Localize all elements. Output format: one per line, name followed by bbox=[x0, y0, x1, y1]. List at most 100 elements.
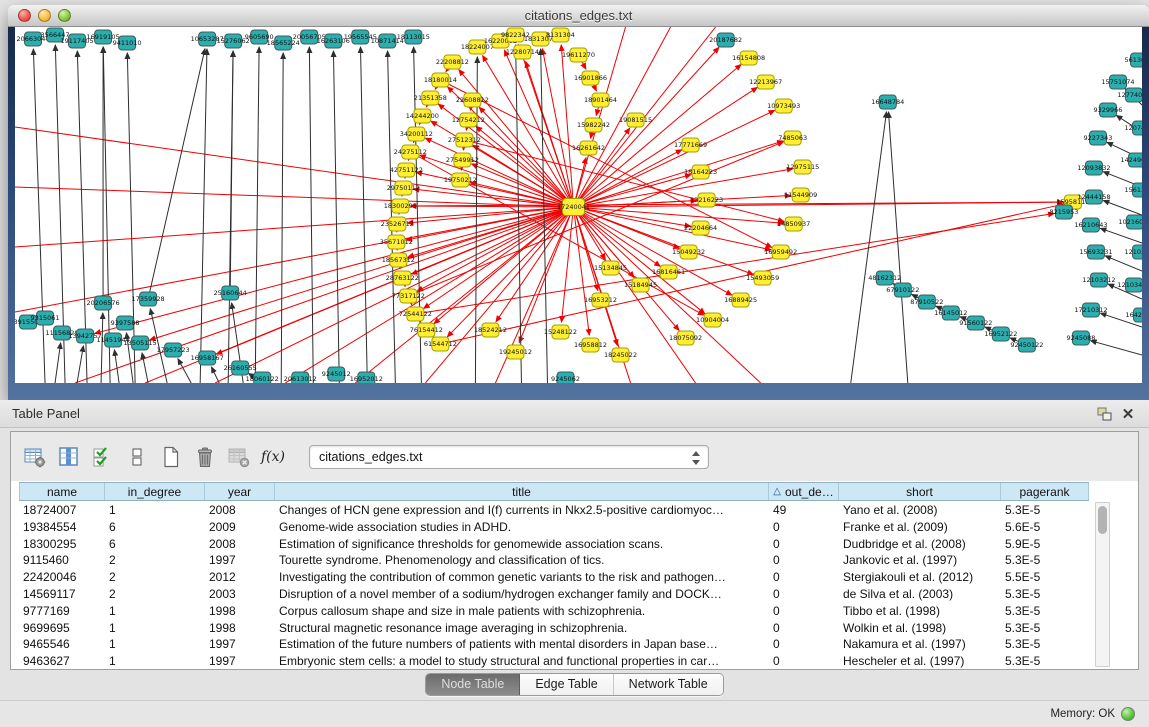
table-cell[interactable]: 0 bbox=[769, 519, 839, 536]
graph-node[interactable]: 15493059 bbox=[746, 271, 779, 285]
graph-node[interactable]: 18060122 bbox=[246, 372, 279, 383]
graph-node[interactable]: 20613012 bbox=[284, 372, 317, 383]
table-selector-dropdown[interactable]: citations_edges.txt bbox=[309, 445, 709, 469]
table-row[interactable]: 977716911998Corpus callosum shape and si… bbox=[19, 603, 1138, 620]
graph-node[interactable]: 18075092 bbox=[669, 331, 702, 345]
graph-node[interactable]: 9245088 bbox=[1066, 331, 1095, 345]
graph-edge[interactable] bbox=[33, 49, 45, 383]
graph-edge[interactable] bbox=[479, 107, 573, 207]
delete-icon[interactable] bbox=[189, 441, 221, 473]
graph-node[interactable]: 61544712 bbox=[424, 337, 457, 351]
graph-node[interactable]: 17957223 bbox=[157, 343, 190, 357]
graph-node[interactable]: 18901464 bbox=[584, 93, 617, 107]
graph-node[interactable]: 22608812 bbox=[456, 93, 489, 107]
graph-edge[interactable] bbox=[562, 207, 574, 322]
table-cell[interactable]: 18300295 bbox=[19, 536, 105, 553]
table-cell[interactable]: 0 bbox=[769, 569, 839, 586]
graph-node[interactable]: 19081515 bbox=[619, 113, 652, 127]
float-window-icon[interactable] bbox=[1095, 405, 1113, 423]
graph-edge[interactable] bbox=[309, 47, 313, 383]
table-row[interactable]: 1456911722003Disruption of a novel membe… bbox=[19, 586, 1138, 603]
table-cell[interactable]: 1 bbox=[105, 636, 205, 653]
select-rows-icon[interactable] bbox=[87, 441, 119, 473]
scrollbar-thumb[interactable] bbox=[1098, 506, 1107, 534]
graph-node[interactable]: 17210312 bbox=[1074, 303, 1107, 317]
table-cell[interactable]: Estimation of the future numbers of pati… bbox=[275, 636, 769, 653]
graph-node[interactable]: 16889425 bbox=[724, 293, 757, 307]
graph-node[interactable]: 12280714 bbox=[506, 45, 539, 59]
column-header-name[interactable]: name bbox=[19, 483, 105, 500]
table-row[interactable]: 946362711997Embryonic stem cells: a mode… bbox=[19, 653, 1138, 669]
graph-node[interactable]: 12754212 bbox=[452, 113, 485, 127]
table-cell[interactable]: 1 bbox=[105, 653, 205, 669]
column-header-in_degree[interactable]: in_degree bbox=[105, 483, 205, 500]
graph-edge[interactable] bbox=[281, 53, 283, 383]
table-cell[interactable]: 1998 bbox=[205, 603, 275, 620]
table-cell[interactable]: 22420046 bbox=[19, 569, 105, 586]
graph-node[interactable]: 10216012 bbox=[1118, 215, 1142, 229]
graph-edge[interactable] bbox=[255, 47, 259, 383]
table-cell[interactable]: 2008 bbox=[205, 536, 275, 553]
table-row[interactable]: 969969511998Structural magnetic resonanc… bbox=[19, 620, 1138, 637]
table-cell[interactable]: 9699695 bbox=[19, 620, 105, 637]
tab-network-table[interactable]: Network Table bbox=[614, 674, 723, 695]
delete-table-icon[interactable] bbox=[223, 441, 255, 473]
table-cell[interactable]: 1998 bbox=[205, 620, 275, 637]
graph-edge[interactable] bbox=[15, 127, 573, 207]
table-cell[interactable]: 0 bbox=[769, 552, 839, 569]
table-cell[interactable]: 2009 bbox=[205, 519, 275, 536]
table-cell[interactable]: Stergiakouli et al. (2012) bbox=[839, 569, 1001, 586]
table-cell[interactable]: 0 bbox=[769, 603, 839, 620]
graph-node[interactable]: 12103112 bbox=[1124, 245, 1142, 259]
graph-edge[interactable] bbox=[1100, 228, 1142, 243]
column-header-pagerank[interactable]: pagerank bbox=[1001, 483, 1089, 500]
table-cell[interactable]: 1 bbox=[105, 620, 205, 637]
graph-node[interactable]: 16958812 bbox=[574, 338, 607, 352]
table-cell[interactable]: 5.5E-5 bbox=[1001, 569, 1089, 586]
graph-node[interactable]: 22208812 bbox=[436, 55, 469, 69]
graph-edge[interactable] bbox=[472, 164, 574, 207]
table-cell[interactable]: 5.3E-5 bbox=[1001, 636, 1089, 653]
table-cell[interactable]: 9463627 bbox=[19, 653, 105, 669]
graph-edge[interactable] bbox=[361, 47, 368, 383]
graph-node[interactable]: 72544122 bbox=[399, 307, 432, 321]
table-row[interactable]: 946554611997Estimation of the future num… bbox=[19, 636, 1138, 653]
table-cell[interactable]: Nakamura et al. (1997) bbox=[839, 636, 1001, 653]
network-canvas[interactable]: 1724004120187682161548081221396710973493… bbox=[15, 27, 1142, 383]
graph-edge[interactable] bbox=[573, 64, 741, 207]
graph-edge[interactable] bbox=[101, 313, 103, 383]
graph-node[interactable]: 16816461 bbox=[652, 265, 685, 279]
table-settings-icon[interactable] bbox=[19, 441, 51, 473]
table-cell[interactable]: 5.3E-5 bbox=[1001, 586, 1089, 603]
table-cell[interactable]: Wolkin et al. (1998) bbox=[839, 620, 1001, 637]
graph-edge[interactable] bbox=[355, 207, 573, 383]
graph-edge[interactable] bbox=[212, 367, 220, 383]
table-cell[interactable]: 5.3E-5 bbox=[1001, 620, 1089, 637]
table-cell[interactable]: Jankovic et al. (1997) bbox=[839, 552, 1001, 569]
graph-node[interactable]: 12975115 bbox=[786, 160, 819, 174]
graph-node[interactable]: 42751122 bbox=[390, 163, 423, 177]
graph-node[interactable]: 14249012 bbox=[1120, 153, 1142, 167]
table-cell[interactable]: Tourette syndrome. Phenomenology and cla… bbox=[275, 552, 769, 569]
graph-node[interactable]: 22204664 bbox=[684, 221, 717, 235]
graph-node[interactable]: 16953212 bbox=[584, 293, 617, 307]
table-cell[interactable]: 5.3E-5 bbox=[1001, 552, 1089, 569]
graph-node[interactable]: 9245012 bbox=[322, 367, 351, 381]
table-cell[interactable]: Franke et al. (2009) bbox=[839, 519, 1001, 536]
graph-edge[interactable] bbox=[178, 359, 191, 383]
table-cell[interactable]: Corpus callosum shape and size in male p… bbox=[275, 603, 769, 620]
table-cell[interactable]: 9465546 bbox=[19, 636, 105, 653]
graph-edge[interactable] bbox=[55, 343, 61, 383]
graph-edge[interactable] bbox=[888, 112, 907, 383]
graph-node[interactable]: 19611270 bbox=[562, 48, 595, 62]
table-cell[interactable]: 2012 bbox=[205, 569, 275, 586]
graph-edge[interactable] bbox=[573, 207, 679, 248]
graph-node[interactable]: 17771669 bbox=[674, 138, 707, 152]
graph-edge[interactable] bbox=[516, 45, 522, 383]
graph-edge[interactable] bbox=[851, 112, 887, 383]
table-cell[interactable]: 5.6E-5 bbox=[1001, 519, 1089, 536]
table-cell[interactable]: 9777169 bbox=[19, 603, 105, 620]
table-cell[interactable]: 1997 bbox=[205, 552, 275, 569]
table-cell[interactable]: 0 bbox=[769, 636, 839, 653]
table-row[interactable]: 2242004622012Investigating the contribut… bbox=[19, 569, 1138, 586]
